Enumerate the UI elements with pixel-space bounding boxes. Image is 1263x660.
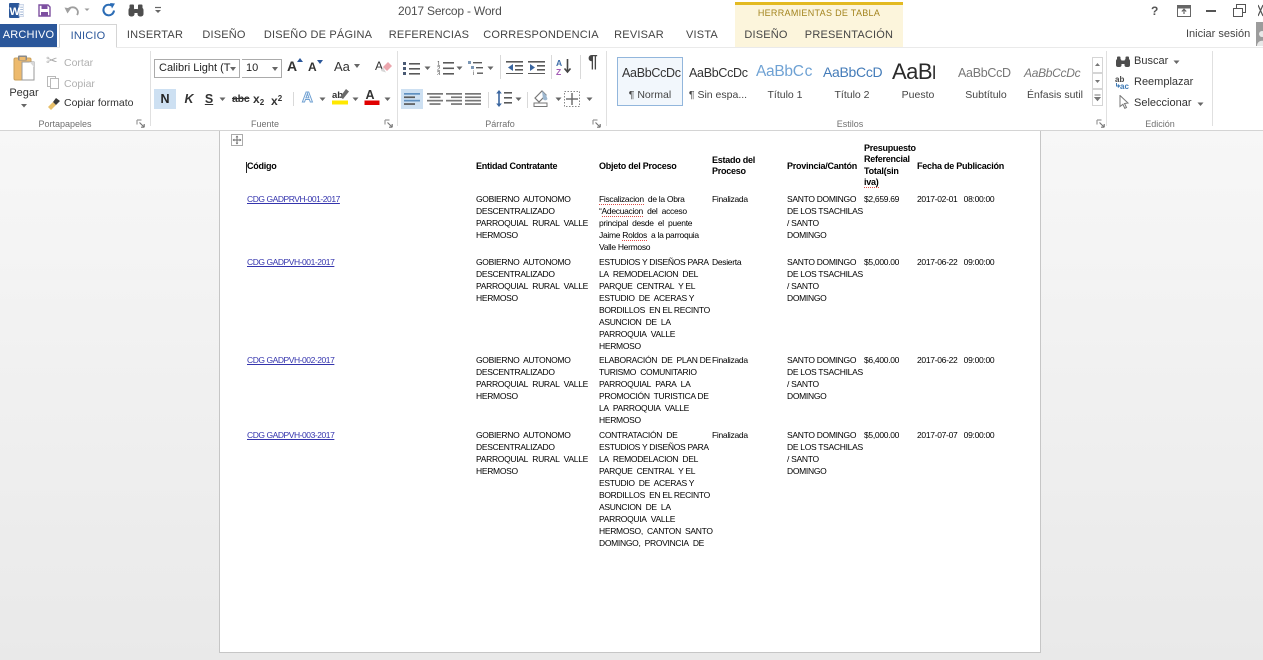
svg-text:A: A	[366, 88, 375, 102]
svg-text:W: W	[10, 6, 21, 18]
svg-text:i: i	[473, 71, 474, 75]
svg-text:ac: ac	[1120, 82, 1129, 89]
svg-text:Z: Z	[556, 67, 561, 76]
svg-text:3: 3	[437, 72, 441, 76]
